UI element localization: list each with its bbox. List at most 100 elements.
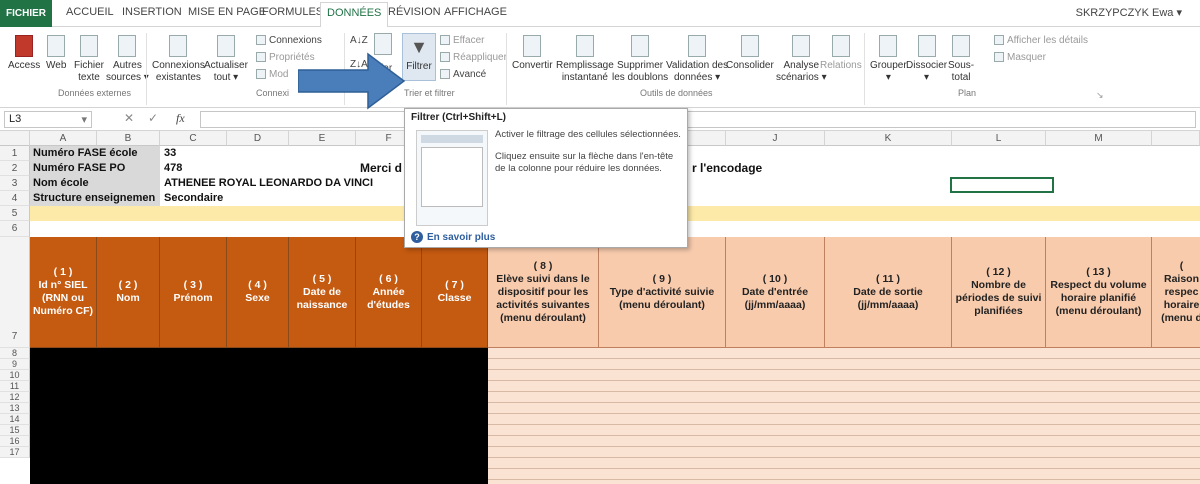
info-value-structure[interactable]: Secondaire <box>162 191 223 206</box>
group-outils: Outils de données <box>640 88 713 98</box>
filter-preview-icon <box>416 130 488 226</box>
group-donnees-externes: Données externes <box>58 88 132 98</box>
column-header-b[interactable]: B <box>97 131 160 146</box>
fx-icon[interactable]: fx <box>176 111 185 126</box>
remove-duplicates-icon <box>631 35 650 57</box>
row-header[interactable]: 14 <box>0 414 30 425</box>
tab-fichier[interactable]: FICHIER <box>0 0 52 27</box>
actualiser-button[interactable]: Actualiser tout ▾ <box>204 35 248 84</box>
filtrer-tooltip: Filtrer (Ctrl+Shift+L) Activer le filtra… <box>404 108 688 248</box>
column-header-a[interactable]: A <box>30 131 97 146</box>
grouper-button[interactable]: Grouper ▾ <box>870 35 907 84</box>
connexions-button[interactable]: Connexions <box>256 35 322 47</box>
info-value-nom-ecole[interactable]: ATHENEE ROYAL LEONARDO DA VINCI <box>162 176 373 191</box>
info-label-nom-ecole: Nom école <box>33 177 89 189</box>
selected-cell-l3[interactable] <box>950 177 1054 193</box>
row-header[interactable]: 4 <box>0 191 30 206</box>
data-validation-icon <box>688 35 707 57</box>
column-header-k[interactable]: K <box>825 131 952 146</box>
info-value-fase-ecole[interactable]: 33 <box>162 146 176 161</box>
column-header-j[interactable]: J <box>726 131 825 146</box>
avance-button[interactable]: Avancé <box>440 69 486 81</box>
sous-total-button[interactable]: Sous-total <box>948 35 974 84</box>
masquer-details-button[interactable]: Masquer <box>994 52 1046 64</box>
web-button[interactable]: Web <box>46 35 66 72</box>
peach-data-area[interactable] <box>488 348 1200 484</box>
supprimer-doublons-button[interactable]: Supprimer les doublons <box>612 35 668 84</box>
tab-insertion[interactable]: INSERTION <box>122 6 182 18</box>
dissocier-button[interactable]: Dissocier ▾ <box>906 35 947 84</box>
column-header-c[interactable]: C <box>160 131 227 146</box>
validation-donnees-button[interactable]: Validation des données ▾ <box>666 35 728 84</box>
plan-dialog-launcher-icon[interactable]: ↘ <box>1096 89 1104 101</box>
confirm-icon[interactable]: ✓ <box>148 111 158 125</box>
afficher-details-button[interactable]: Afficher les détails <box>994 35 1088 47</box>
connexions-existantes-button[interactable]: Connexions existantes <box>152 35 205 84</box>
col-header-date-sortie: ( 11 ) Date de sortie (jj/mm/aaaa) <box>825 237 952 348</box>
tab-accueil[interactable]: ACCUEIL <box>66 6 114 18</box>
info-label-fase-po: Numéro FASE PO <box>33 162 126 174</box>
row-header[interactable]: 15 <box>0 425 30 436</box>
row-header[interactable]: 6 <box>0 221 30 237</box>
row-header[interactable]: 7 <box>0 237 30 348</box>
consolidate-icon <box>740 35 759 57</box>
info-label-fase-ecole: Numéro FASE école <box>33 147 138 159</box>
row-header[interactable]: 2 <box>0 161 30 176</box>
convertir-button[interactable]: Convertir <box>512 35 553 72</box>
select-all-corner[interactable] <box>0 131 30 146</box>
column-header-d[interactable]: D <box>227 131 289 146</box>
reapply-icon <box>440 52 450 63</box>
row-header[interactable]: 9 <box>0 359 30 370</box>
row-header[interactable]: 5 <box>0 206 30 221</box>
info-label-structure: Structure enseignemen <box>33 192 156 204</box>
col-header-date-entree: ( 10 ) Date d'entrée (jj/mm/aaaa) <box>726 237 825 348</box>
name-box[interactable]: L3 ▾ <box>4 111 92 128</box>
row-header[interactable]: 13 <box>0 403 30 414</box>
modifier-liens-button[interactable]: Mod <box>256 69 288 81</box>
row-header[interactable]: 12 <box>0 392 30 403</box>
row-header[interactable]: 10 <box>0 370 30 381</box>
relations-button[interactable]: Relations <box>820 35 862 72</box>
remplissage-instantane-button[interactable]: Remplissage instantané <box>556 35 614 84</box>
reappliquer-button[interactable]: Réappliquer <box>440 52 507 64</box>
row-header[interactable]: 16 <box>0 436 30 447</box>
other-sources-icon <box>118 35 137 57</box>
row-header[interactable]: 3 <box>0 176 30 191</box>
sort-az-button[interactable]: A↓Z <box>350 35 368 47</box>
access-button[interactable]: Access <box>8 35 40 72</box>
column-header-l[interactable]: L <box>952 131 1046 146</box>
row-header[interactable]: 11 <box>0 381 30 392</box>
encodage-text: r l'encodage <box>692 161 763 175</box>
tooltip-line1: Activer le filtrage des cellules sélecti… <box>495 129 681 140</box>
col-header-classe: ( 7 ) Classe <box>422 237 488 348</box>
what-if-icon <box>792 35 811 57</box>
en-savoir-plus-link[interactable]: ? En savoir plus <box>411 231 495 243</box>
row-header[interactable]: 1 <box>0 146 30 161</box>
clear-filter-icon <box>440 35 450 46</box>
group-plan: Plan <box>958 88 977 98</box>
autres-sources-button[interactable]: Autres sources ▾ <box>106 35 149 84</box>
tab-revision[interactable]: RÉVISION <box>388 6 441 18</box>
edit-links-icon <box>256 69 266 80</box>
tab-donnees[interactable]: DONNÉES <box>320 2 389 28</box>
column-header-m[interactable]: M <box>1046 131 1152 146</box>
black-data-area[interactable] <box>30 348 488 484</box>
formula-input[interactable] <box>200 111 1196 128</box>
tab-mise-en-page[interactable]: MISE EN PAGE <box>188 6 266 18</box>
tab-affichage[interactable]: AFFICHAGE <box>444 6 507 18</box>
consolider-button[interactable]: Consolider <box>726 35 774 72</box>
row-header[interactable]: 17 <box>0 447 30 458</box>
fichier-texte-button[interactable]: Fichier texte <box>74 35 104 84</box>
column-header-e[interactable]: E <box>289 131 356 146</box>
tab-formules[interactable]: FORMULES <box>262 6 323 18</box>
effacer-button[interactable]: Effacer <box>440 35 485 47</box>
info-value-fase-po[interactable]: 478 <box>162 161 182 176</box>
user-name[interactable]: SKRZYPCZYK Ewa ▾ <box>1076 6 1182 19</box>
tooltip-line2: Cliquez ensuite sur la flèche dans l'en-… <box>495 151 674 174</box>
row-header[interactable]: 8 <box>0 348 30 359</box>
col-header-periodes: ( 12 ) Nombre de périodes de suivi plani… <box>952 237 1046 348</box>
column-header-n[interactable] <box>1152 131 1200 146</box>
cancel-icon[interactable]: ✕ <box>124 111 134 125</box>
show-detail-icon <box>994 35 1004 46</box>
col-header-id-siel: ( 1 ) Id n° SIEL (RNN ou Numéro CF) <box>30 237 97 348</box>
